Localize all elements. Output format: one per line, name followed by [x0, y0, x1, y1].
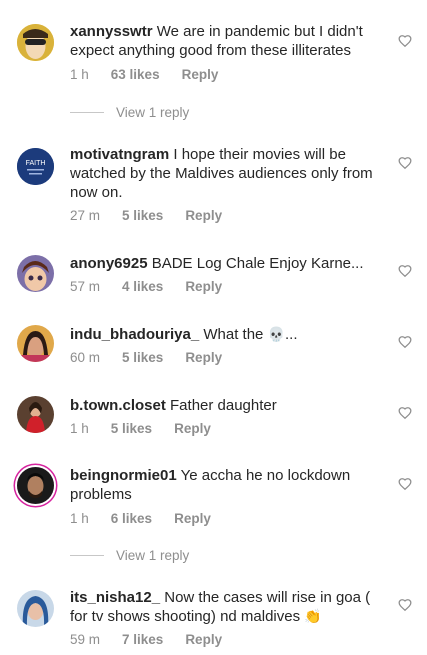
reply-button[interactable]: Reply: [185, 350, 222, 365]
comment-meta: 57 m 4 likes Reply: [70, 279, 222, 294]
heart-outline-icon[interactable]: [398, 406, 412, 420]
skull-emoji: 💀: [267, 326, 285, 342]
reply-button[interactable]: Reply: [182, 67, 219, 82]
heart-outline-icon[interactable]: [398, 34, 412, 48]
comment-time: 27 m: [70, 208, 101, 223]
avatar-image: [17, 396, 54, 433]
view-replies-label: View 1 reply: [116, 548, 190, 563]
reply-button[interactable]: Reply: [185, 279, 222, 294]
svg-text:FAITH: FAITH: [26, 160, 46, 167]
comment-likes[interactable]: 5 likes: [122, 208, 163, 223]
comment-meta: 1 h 6 likes Reply: [70, 511, 211, 526]
comment-meta: 1 h 5 likes Reply: [70, 421, 211, 436]
comment-likes[interactable]: 4 likes: [122, 279, 163, 294]
avatar-image: [17, 590, 54, 627]
comment-text: motivatngram I hope their movies will be…: [70, 145, 382, 202]
heart-outline-icon[interactable]: [398, 598, 412, 612]
avatar[interactable]: FAITH: [17, 148, 54, 185]
comment-time: 60 m: [70, 350, 101, 365]
comment-time: 59 m: [70, 632, 101, 647]
heart-outline-icon[interactable]: [398, 264, 412, 278]
comment-meta: 59 m 7 likes Reply: [70, 632, 222, 647]
comment-likes[interactable]: 7 likes: [122, 632, 163, 647]
heart-outline-icon[interactable]: [398, 156, 412, 170]
avatar[interactable]: [17, 325, 54, 362]
avatar-image: [17, 325, 54, 362]
avatar[interactable]: [17, 255, 54, 292]
comment-likes[interactable]: 5 likes: [111, 421, 152, 436]
comment-text: indu_bhadouriya_ What the 💀...: [70, 325, 382, 344]
view-replies-label: View 1 reply: [116, 105, 190, 120]
heart-outline-icon[interactable]: [398, 477, 412, 491]
comment-username[interactable]: indu_bhadouriya_: [70, 326, 199, 343]
comment-meta: 1 h 63 likes Reply: [70, 67, 218, 82]
avatar-image: [17, 24, 54, 61]
comment-username[interactable]: beingnormie01: [70, 467, 177, 484]
view-replies-button[interactable]: View 1 reply: [70, 105, 189, 120]
reply-button[interactable]: Reply: [185, 632, 222, 647]
heart-outline-icon[interactable]: [398, 335, 412, 349]
comment-username[interactable]: its_nisha12_: [70, 589, 160, 606]
comment-username[interactable]: motivatngram: [70, 146, 169, 163]
avatar-image: FAITH: [17, 148, 54, 185]
avatar[interactable]: [17, 396, 54, 433]
clapping-hands-emoji: 👏: [304, 608, 322, 624]
comment-time: 57 m: [70, 279, 101, 294]
comment-username[interactable]: anony6925: [70, 255, 148, 272]
comment-time: 1 h: [70, 421, 89, 436]
comment-likes[interactable]: 5 likes: [122, 350, 163, 365]
comment-meta: 27 m 5 likes Reply: [70, 208, 222, 223]
reply-button[interactable]: Reply: [174, 421, 211, 436]
comment-body: BADE Log Chale Enjoy Karne...: [151, 255, 364, 272]
comment-body-suffix: ...: [285, 326, 298, 343]
divider: [70, 555, 104, 556]
comment-text: xannysswtr We are in pandemic but I didn…: [70, 22, 382, 60]
comment-text: beingnormie01 Ye accha he no lockdown pr…: [70, 466, 382, 504]
comment-body: What the: [203, 326, 264, 343]
avatar-image: [17, 255, 54, 292]
avatar-image: [17, 467, 54, 504]
comment-time: 1 h: [70, 67, 89, 82]
reply-button[interactable]: Reply: [185, 208, 222, 223]
view-replies-button[interactable]: View 1 reply: [70, 548, 189, 563]
comment-username[interactable]: xannysswtr: [70, 23, 153, 40]
comment-likes[interactable]: 63 likes: [111, 67, 160, 82]
comment-likes[interactable]: 6 likes: [111, 511, 152, 526]
comment-body: Father daughter: [170, 397, 277, 414]
comment-text: b.town.closet Father daughter: [70, 396, 382, 415]
avatar[interactable]: [17, 590, 54, 627]
comment-time: 1 h: [70, 511, 89, 526]
reply-button[interactable]: Reply: [174, 511, 211, 526]
comment-text: anony6925 BADE Log Chale Enjoy Karne...: [70, 254, 382, 273]
comment-text: its_nisha12_ Now the cases will rise in …: [70, 588, 382, 626]
comment-username[interactable]: b.town.closet: [70, 397, 166, 414]
divider: [70, 112, 104, 113]
avatar[interactable]: [17, 467, 54, 504]
avatar[interactable]: [17, 24, 54, 61]
comment-meta: 60 m 5 likes Reply: [70, 350, 222, 365]
